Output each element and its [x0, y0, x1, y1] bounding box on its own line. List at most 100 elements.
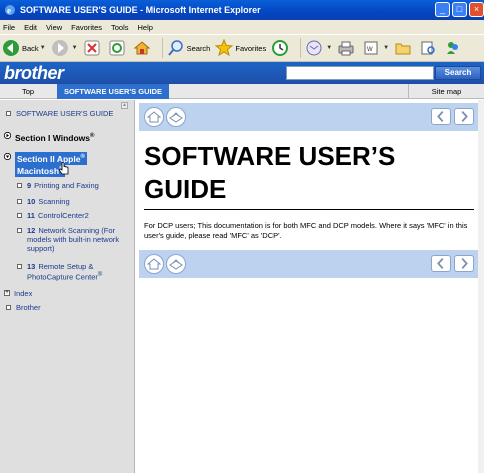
browser-toolbar: Back ▼ ▼ Search Favorites ▼ W ▼: [0, 34, 484, 62]
refresh-button[interactable]: [108, 39, 128, 57]
history-button[interactable]: [271, 39, 291, 57]
sidebar-item-chapter-12[interactable]: 12 Network Scanning (For models with buil…: [17, 226, 130, 253]
sidebar-item-label: Index: [14, 289, 33, 298]
sidebar-item-brother[interactable]: Brother: [6, 303, 41, 312]
edit-button[interactable]: W ▼: [362, 39, 389, 57]
chevron-right-icon: [461, 111, 468, 122]
square-bullet-icon: [17, 228, 22, 233]
next-page-button[interactable]: [454, 108, 474, 125]
minimize-button[interactable]: _: [435, 2, 450, 17]
maximize-button[interactable]: □: [452, 2, 467, 17]
sidebar-item-section-1[interactable]: Section I Windows®: [4, 131, 129, 144]
main-content: SOFTWARE USER’S GUIDE For DCP users; Thi…: [136, 100, 484, 473]
square-bullet-icon: [17, 199, 22, 204]
sidebar-item-chapter-10[interactable]: 10 Scanning: [17, 197, 129, 206]
home-icon: [133, 39, 151, 57]
back-arrow-icon: [2, 39, 20, 57]
toolbar-separator: [161, 38, 163, 58]
svg-text:e: e: [7, 6, 11, 16]
scroll-up-arrow-icon[interactable]: ▲: [121, 102, 128, 109]
search-button[interactable]: Search: [167, 39, 211, 57]
square-bullet-icon: [6, 305, 11, 310]
search-icon: [167, 39, 185, 57]
tab-software-users-guide[interactable]: SOFTWARE USER'S GUIDE: [57, 84, 169, 99]
site-search-input[interactable]: [286, 66, 434, 80]
messenger-button[interactable]: [444, 39, 464, 57]
home-nav-button[interactable]: [144, 107, 164, 127]
chapter-number: 9: [27, 181, 32, 190]
window-titlebar: e SOFTWARE USER'S GUIDE - Microsoft Inte…: [0, 0, 484, 20]
chapter-label: ControlCenter2: [37, 211, 89, 220]
plus-expand-icon: +: [4, 290, 10, 296]
sidebar-item-chapter-9[interactable]: 9 Printing and Faxing: [17, 181, 129, 190]
chevron-down-icon: ▼: [383, 45, 390, 51]
print-nav-button[interactable]: [166, 107, 186, 127]
mail-button[interactable]: ▼: [305, 39, 332, 57]
forward-arrow-icon: [51, 39, 69, 57]
collapse-arrow-icon: [4, 153, 11, 160]
sidebar-item-guide[interactable]: SOFTWARE USER'S GUIDE: [6, 109, 122, 118]
printer-icon: [169, 112, 183, 123]
messenger-icon: [444, 39, 462, 57]
home-button[interactable]: [133, 39, 153, 57]
chapter-number: 10: [27, 197, 36, 206]
tab-top[interactable]: Top: [0, 84, 56, 99]
stop-icon: [83, 39, 101, 57]
internet-explorer-icon: e: [4, 4, 16, 16]
site-search-button[interactable]: Search: [435, 66, 481, 80]
menu-edit[interactable]: Edit: [24, 23, 37, 32]
page-title: SOFTWARE USER’S GUIDE: [144, 141, 396, 204]
menu-bar: File Edit View Favorites Tools Help: [0, 20, 484, 34]
chapter-number: 13: [27, 262, 36, 271]
window-controls: _ □ ×: [435, 2, 484, 17]
menu-favorites[interactable]: Favorites: [71, 23, 102, 32]
sidebar-toc: ▲ SOFTWARE USER'S GUIDE Section I Window…: [0, 100, 135, 473]
chapter-label: Printing and Faxing: [34, 181, 99, 190]
registered-mark: ®: [97, 272, 103, 278]
previous-page-button[interactable]: [431, 255, 451, 272]
chapter-number: 12: [27, 226, 36, 235]
previous-page-button[interactable]: [431, 108, 451, 125]
menu-file[interactable]: File: [3, 23, 15, 32]
chapter-label: Remote Setup & PhotoCapture Center: [27, 262, 98, 282]
menu-help[interactable]: Help: [138, 23, 153, 32]
forward-button[interactable]: ▼: [51, 39, 78, 57]
top-nav-strip: [139, 103, 480, 131]
stop-button[interactable]: [83, 39, 103, 57]
section-1-label: Section I Windows: [15, 132, 91, 143]
window-edge: [478, 100, 484, 473]
favorites-label: Favorites: [235, 43, 267, 53]
chapter-number: 11: [27, 211, 35, 220]
back-label: Back: [22, 43, 39, 53]
sidebar-item-chapter-11[interactable]: 11 ControlCenter2: [17, 211, 129, 220]
chevron-down-icon: ▼: [326, 45, 333, 51]
search-label: Search: [186, 43, 211, 53]
history-icon: [271, 39, 289, 57]
research-button[interactable]: [419, 39, 439, 57]
tab-site-map[interactable]: Site map: [408, 84, 484, 99]
expand-arrow-icon: [4, 132, 11, 139]
print-nav-button[interactable]: [166, 254, 186, 274]
menu-tools[interactable]: Tools: [111, 23, 129, 32]
chevron-down-icon: ▼: [71, 45, 78, 51]
sidebar-item-index[interactable]: + Index: [4, 289, 32, 298]
home-icon: [146, 258, 162, 270]
next-page-button[interactable]: [454, 255, 474, 272]
menu-view[interactable]: View: [46, 23, 62, 32]
chevron-left-icon: [437, 258, 444, 269]
square-bullet-icon: [6, 111, 11, 116]
close-button[interactable]: ×: [469, 2, 484, 17]
registered-mark: ®: [80, 154, 85, 160]
chevron-down-icon: ▼: [39, 45, 46, 51]
square-bullet-icon: [17, 183, 22, 188]
chapter-label: Scanning: [38, 197, 70, 206]
svg-text:W: W: [367, 47, 373, 53]
folder-button[interactable]: [394, 39, 414, 57]
favorites-button[interactable]: Favorites: [215, 38, 267, 57]
home-nav-button[interactable]: [144, 254, 164, 274]
sidebar-item-chapter-13[interactable]: 13 Remote Setup & PhotoCapture Center®: [17, 262, 130, 282]
mail-icon: [305, 39, 323, 57]
section-2-label: Section II Apple: [17, 153, 81, 164]
print-button[interactable]: [337, 39, 357, 57]
back-button[interactable]: Back ▼: [2, 39, 46, 57]
